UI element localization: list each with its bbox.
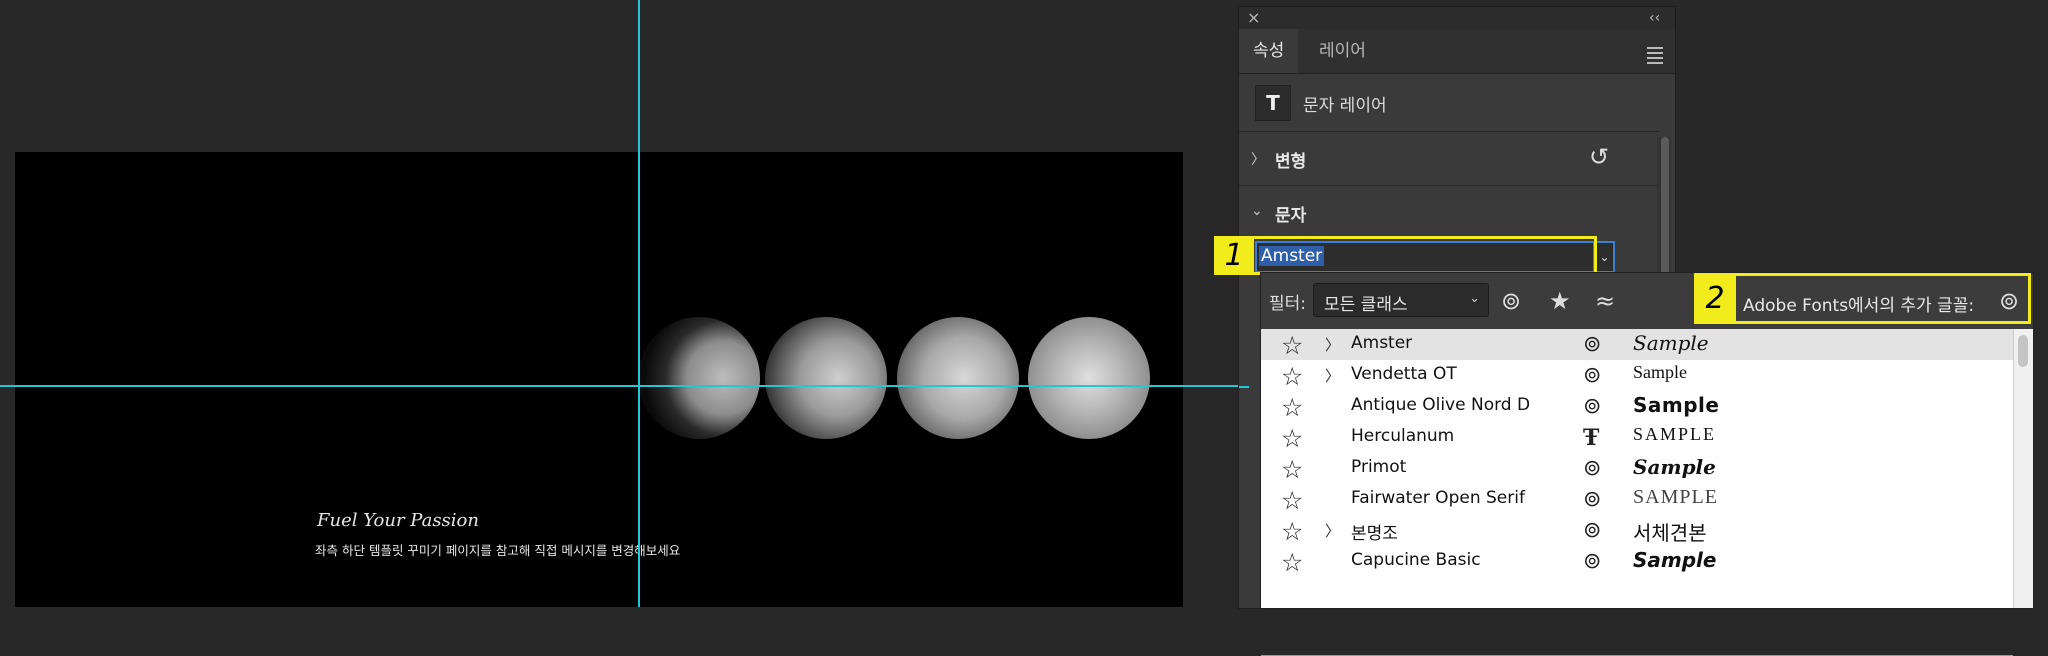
- font-family-dropdown-button[interactable]: ⌄: [1595, 241, 1615, 273]
- creative-cloud-icon: ⊚: [1583, 518, 1602, 543]
- font-row-herculanum[interactable]: ☆ Herculanum Ŧ SAMPLE: [1261, 422, 2013, 453]
- moon-phase-gibbous: [897, 317, 1019, 439]
- step-badge-2: 2: [1694, 273, 1736, 324]
- highlight-box-2: [1694, 273, 2031, 324]
- star-icon[interactable]: ☆: [1281, 424, 1303, 453]
- font-name: 본명조: [1351, 524, 1398, 544]
- creative-cloud-icon: ⊚: [1583, 363, 1602, 388]
- highlight-box-1: [1214, 236, 1597, 275]
- panel-tabs: 속성 레이어: [1239, 29, 1675, 74]
- font-name: Amster: [1351, 333, 1413, 353]
- star-icon[interactable]: ☆: [1281, 486, 1303, 515]
- chevron-right-icon[interactable]: 〉: [1325, 365, 1340, 386]
- creative-cloud-icon: ⊚: [1583, 332, 1602, 357]
- chevron-down-icon[interactable]: ⌄: [1251, 203, 1263, 219]
- section-character[interactable]: 문자: [1275, 201, 1306, 226]
- collapse-icon[interactable]: ‹‹: [1649, 7, 1660, 29]
- tab-layers[interactable]: 레이어: [1305, 29, 1380, 73]
- close-icon[interactable]: ×: [1247, 7, 1260, 29]
- star-icon[interactable]: ☆: [1281, 455, 1303, 484]
- star-icon[interactable]: ☆: [1281, 331, 1303, 360]
- moon-phase-full: [1028, 317, 1150, 439]
- filter-select-value: 모든 클래스: [1324, 295, 1408, 315]
- truetype-icon: Ŧ: [1583, 425, 1600, 451]
- chevron-right-icon[interactable]: 〉: [1325, 520, 1340, 541]
- moon-phase-half: [765, 317, 887, 439]
- reset-transform-icon[interactable]: ↺: [1589, 143, 1609, 171]
- font-sample: 서체견본: [1633, 521, 1707, 545]
- font-row-antique-olive[interactable]: ☆ Antique Olive Nord D ⊚ Sample: [1261, 391, 2013, 422]
- step-badge-1: 1: [1214, 236, 1254, 275]
- text-layer-icon: T: [1255, 85, 1291, 121]
- font-sample: Sample: [1633, 362, 1687, 382]
- font-sample: SAMPLE: [1633, 424, 1717, 444]
- similar-fonts-icon[interactable]: ≈: [1595, 287, 1615, 315]
- font-list-scrollbar[interactable]: [2013, 329, 2033, 608]
- creative-cloud-filter-icon[interactable]: ⊚: [1501, 287, 1521, 315]
- panel-menu-icon[interactable]: [1647, 47, 1663, 67]
- font-list[interactable]: ☆ 〉 Amster ⊚ Sample ☆ 〉 Vendetta OT ⊚ Sa…: [1261, 329, 2013, 656]
- font-row-primot[interactable]: ☆ Primot ⊚ Sample: [1261, 453, 2013, 484]
- font-sample: Sample: [1633, 455, 1716, 479]
- creative-cloud-icon: ⊚: [1583, 487, 1602, 512]
- font-sample: SAMPLE: [1633, 486, 1718, 508]
- star-filter-icon[interactable]: ★: [1549, 287, 1571, 315]
- font-row-amster[interactable]: ☆ 〉 Amster ⊚ Sample: [1261, 329, 2013, 360]
- font-row-fairwater[interactable]: ☆ Fairwater Open Serif ⊚ SAMPLE: [1261, 484, 2013, 515]
- font-row-capucine[interactable]: ☆ Capucine Basic ⊚ Sample: [1261, 546, 2013, 577]
- filter-label: 필터:: [1269, 294, 1307, 314]
- font-name: Capucine Basic: [1351, 550, 1481, 570]
- font-sample: Sample: [1633, 548, 1717, 572]
- creative-cloud-icon: ⊚: [1583, 549, 1602, 574]
- document-canvas[interactable]: Fuel Your Passion 좌측 하단 템플릿 꾸미기 페이지를 참고해…: [15, 152, 1183, 607]
- divider: [1239, 131, 1659, 132]
- divider: [1239, 185, 1659, 186]
- star-icon[interactable]: ☆: [1281, 548, 1303, 577]
- font-list-scrollbar-thumb[interactable]: [2018, 335, 2028, 367]
- font-row-vendetta[interactable]: ☆ 〉 Vendetta OT ⊚ Sample: [1261, 360, 2013, 391]
- font-sample: Sample: [1633, 331, 1709, 355]
- star-icon[interactable]: ☆: [1281, 362, 1303, 391]
- chevron-down-icon: ⌄: [1469, 291, 1480, 306]
- font-name: Antique Olive Nord D: [1351, 395, 1531, 415]
- font-sample: Sample: [1633, 393, 1720, 417]
- horizontal-guide[interactable]: [0, 385, 1240, 387]
- font-class-filter-select[interactable]: 모든 클래스 ⌄: [1313, 283, 1489, 317]
- chevron-right-icon[interactable]: 〉: [1325, 334, 1340, 355]
- tab-properties[interactable]: 속성: [1239, 29, 1299, 73]
- font-name: Primot: [1351, 457, 1407, 477]
- font-row-bonmyungjo[interactable]: ☆ 〉 본명조 ⊚ 서체견본: [1261, 515, 2013, 546]
- canvas-subtitle-text[interactable]: 좌측 하단 템플릿 꾸미기 페이지를 참고해 직접 메시지를 변경해보세요: [315, 540, 680, 559]
- font-name: Vendetta OT: [1351, 364, 1457, 384]
- moon-phase-crescent: [638, 317, 760, 439]
- font-name: Herculanum: [1351, 426, 1455, 446]
- creative-cloud-icon: ⊚: [1583, 456, 1602, 481]
- star-icon[interactable]: ☆: [1281, 517, 1303, 546]
- section-transform[interactable]: 변형: [1275, 147, 1306, 172]
- star-icon[interactable]: ☆: [1281, 393, 1303, 422]
- canvas-title-text[interactable]: Fuel Your Passion: [317, 510, 479, 531]
- chevron-right-icon[interactable]: 〉: [1251, 149, 1265, 169]
- font-name: Fairwater Open Serif: [1351, 488, 1525, 508]
- panel-scrollbar-thumb[interactable]: [1661, 137, 1669, 287]
- layer-type-label: 문자 레이어: [1303, 96, 1387, 116]
- creative-cloud-icon: ⊚: [1583, 394, 1602, 419]
- vertical-guide[interactable]: [638, 0, 640, 607]
- panel-header: × ‹‹: [1239, 7, 1675, 29]
- horizontal-guide-segment: [1239, 386, 1249, 388]
